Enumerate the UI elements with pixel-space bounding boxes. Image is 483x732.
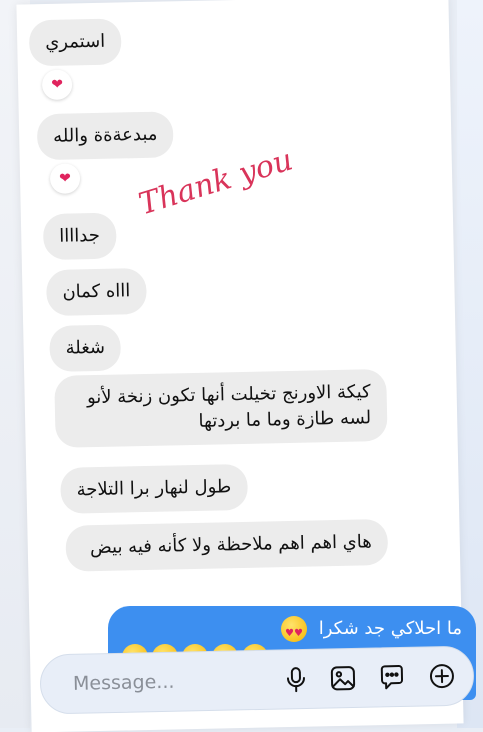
chat-bubble-icon[interactable] xyxy=(377,662,408,693)
received-message[interactable]: مبدعةةة والله xyxy=(37,111,174,160)
received-message[interactable]: شغلة xyxy=(49,324,121,371)
received-message[interactable]: هاي اهم اهم ملاحظة ولا كأنه فيه بيض xyxy=(65,519,388,572)
message-text: كيكة الاورنج تخيلت أنها تكون زنخة لأنو ل… xyxy=(87,381,372,432)
message-text: طول لنهار برا التلاجة xyxy=(76,476,231,500)
message-text: هاي اهم اهم ملاحظة ولا كأنه فيه بيض xyxy=(90,531,372,558)
message-text: شغلة xyxy=(65,337,105,359)
heart-eyes-emoji xyxy=(281,616,307,642)
plus-circle-icon[interactable] xyxy=(427,661,458,692)
message-text: جداااا xyxy=(59,225,100,247)
received-message[interactable]: طول لنهار برا التلاجة xyxy=(60,464,248,514)
microphone-icon[interactable] xyxy=(281,664,312,695)
received-message[interactable]: استمري xyxy=(29,18,122,66)
received-message[interactable]: اااه كمان xyxy=(46,268,147,316)
message-text: مبدعةةة والله xyxy=(53,124,158,147)
message-text: استمري xyxy=(45,31,105,53)
message-input[interactable]: Message... xyxy=(73,671,175,695)
received-message[interactable]: جداااا xyxy=(43,213,117,261)
image-icon[interactable] xyxy=(328,663,359,694)
message-composer[interactable]: Message... xyxy=(39,645,474,714)
message-text: اااه كمان xyxy=(62,280,130,302)
sent-message-text: ما احلاكي جد شكرا xyxy=(319,618,462,639)
heart-reaction-icon[interactable]: ❤ xyxy=(42,69,73,100)
received-message[interactable]: كيكة الاورنج تخيلت أنها تكون زنخة لأنو ل… xyxy=(54,369,387,448)
heart-reaction-icon[interactable]: ❤ xyxy=(50,163,81,194)
